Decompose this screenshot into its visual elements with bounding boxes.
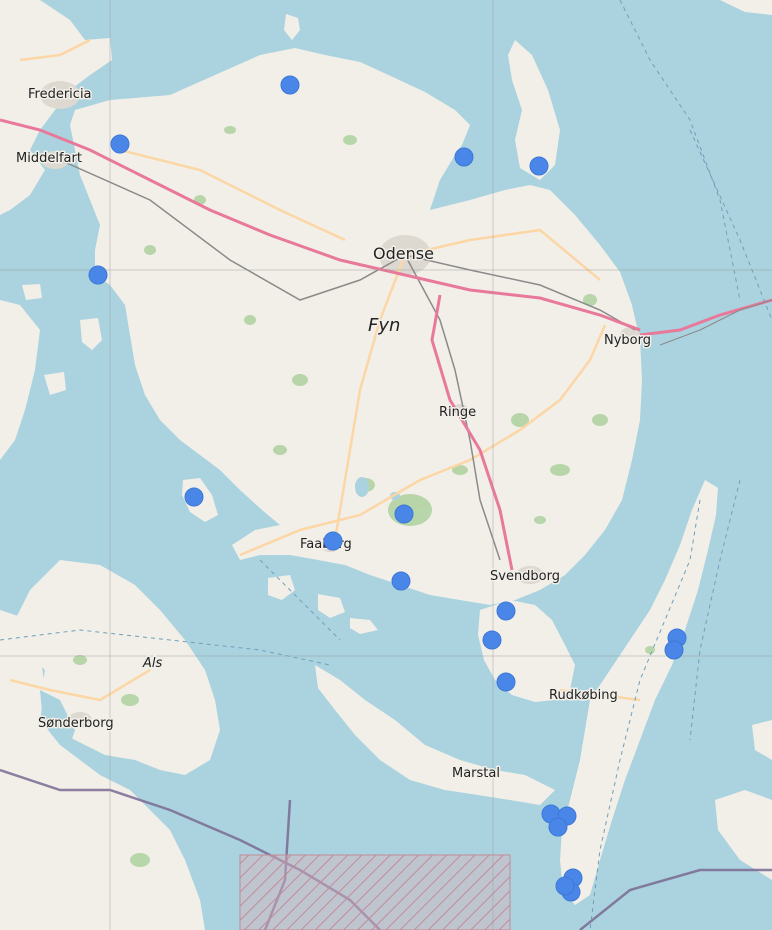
location-dot-icon[interactable] <box>391 571 411 591</box>
location-dot-icon[interactable] <box>184 487 204 507</box>
label-fredericia: Fredericia <box>28 87 92 102</box>
location-dot-icon[interactable] <box>280 75 300 95</box>
map-tiles: Fredericia Middelfart Odense Fyn Nyborg … <box>0 0 772 930</box>
label-nyborg: Nyborg <box>604 333 651 348</box>
label-als: Als <box>142 656 163 671</box>
location-dot-icon[interactable] <box>496 601 516 621</box>
location-dot-icon[interactable] <box>394 504 414 524</box>
label-marstal: Marstal <box>452 766 500 781</box>
location-dot-icon[interactable] <box>664 640 684 660</box>
location-dot-icon[interactable] <box>529 156 549 176</box>
location-dot-icon[interactable] <box>496 672 516 692</box>
location-dot-icon[interactable] <box>110 134 130 154</box>
map-view[interactable]: Fredericia Middelfart Odense Fyn Nyborg … <box>0 0 772 930</box>
location-dot-icon[interactable] <box>555 876 575 896</box>
label-middelfart: Middelfart <box>16 151 82 166</box>
label-rudkobing: Rudkøbing <box>549 688 618 703</box>
label-odense: Odense <box>373 244 434 263</box>
location-dot-icon[interactable] <box>482 630 502 650</box>
label-sonderborg: Sønderborg <box>38 716 114 731</box>
location-dot-icon[interactable] <box>454 147 474 167</box>
restricted-zone <box>239 854 511 930</box>
location-dot-icon[interactable] <box>548 817 568 837</box>
label-ringe: Ringe <box>439 405 476 420</box>
label-fyn: Fyn <box>368 315 400 336</box>
label-svendborg: Svendborg <box>490 569 560 584</box>
location-dot-icon[interactable] <box>323 531 343 551</box>
location-dot-icon[interactable] <box>88 265 108 285</box>
